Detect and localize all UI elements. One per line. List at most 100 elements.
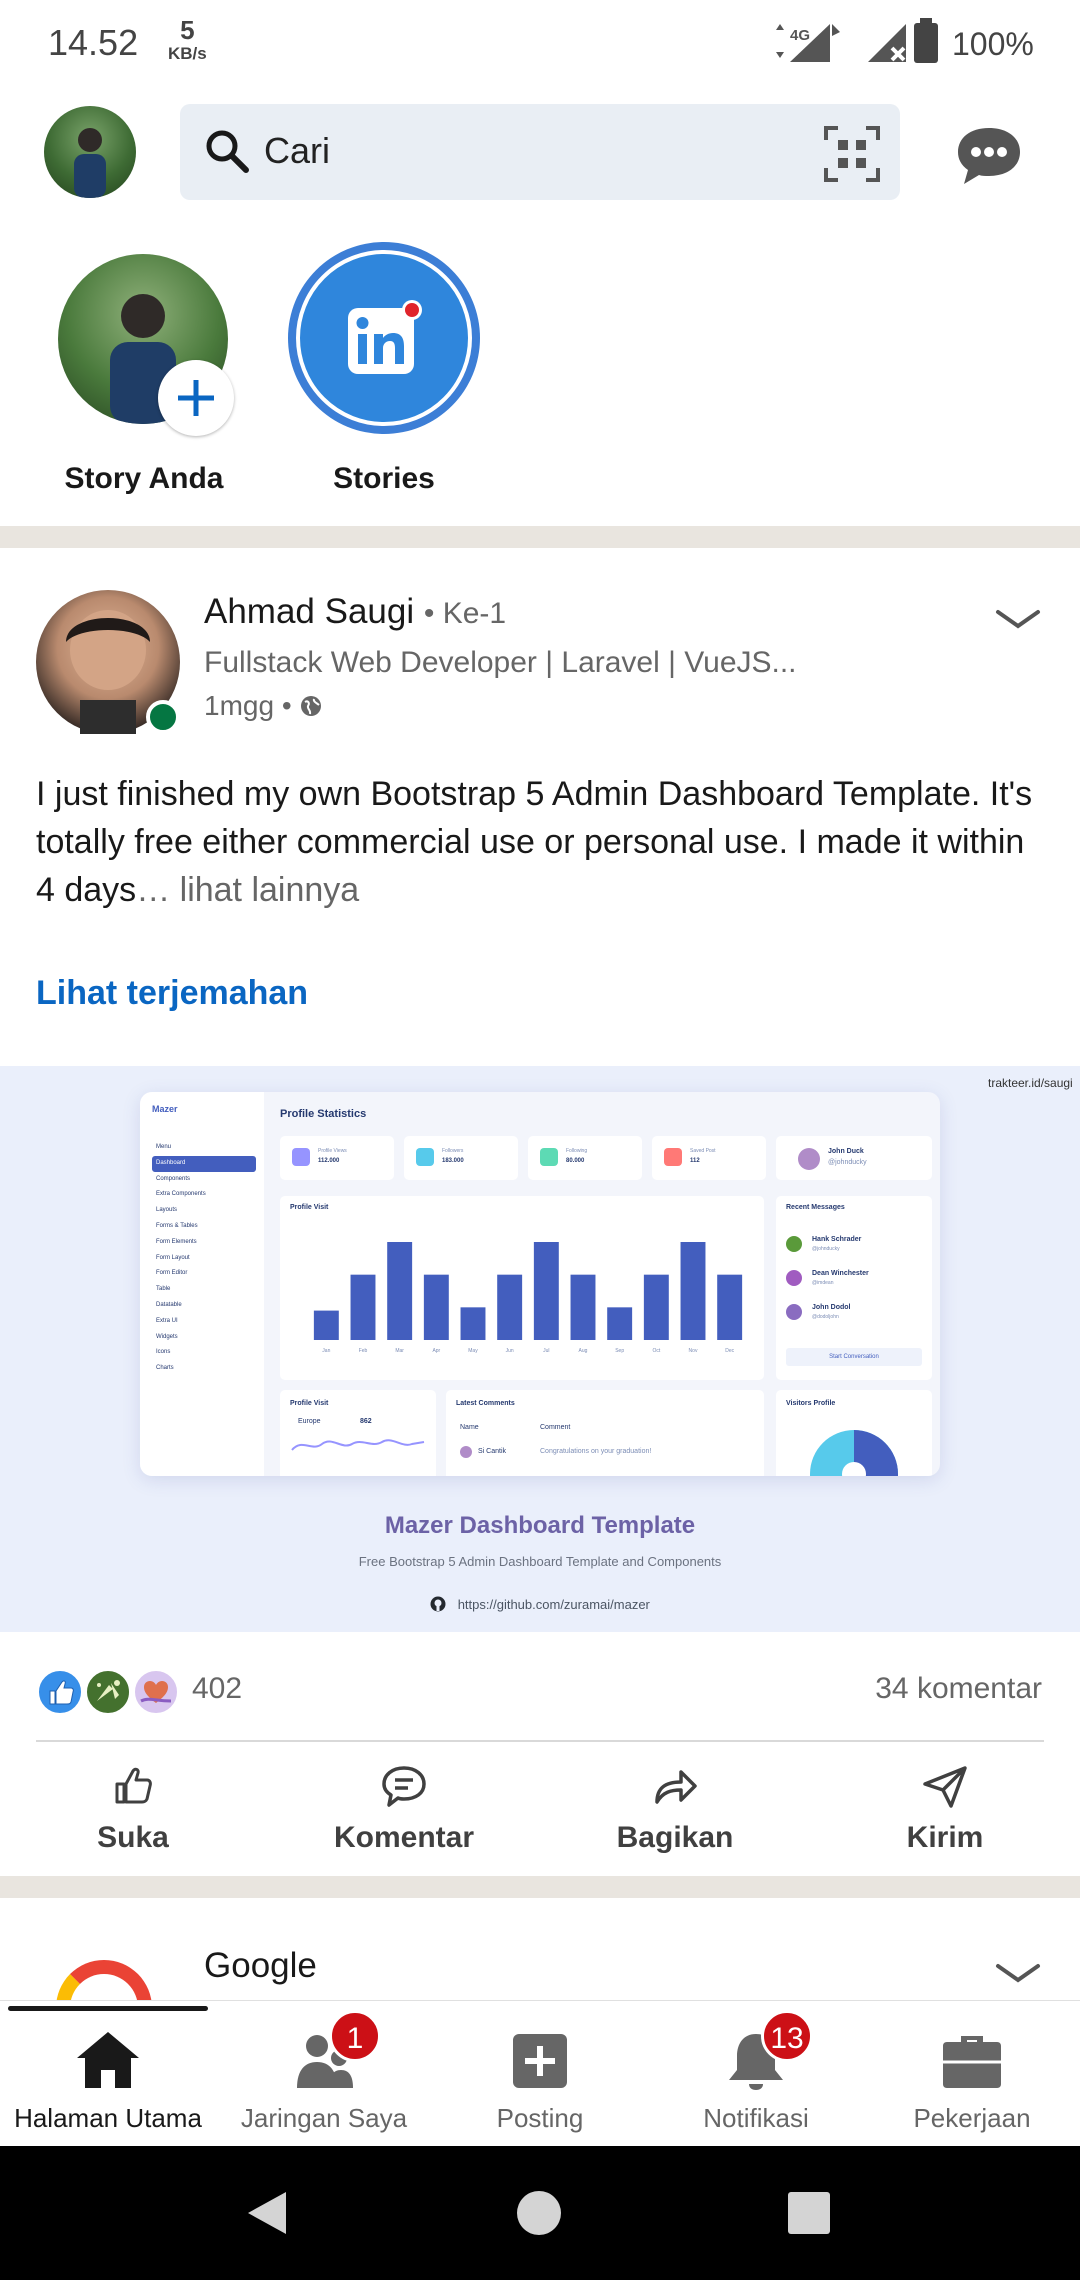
- dash-sidebar: Mazer Menu Dashboard Components Extra Compo…: [140, 1092, 264, 1476]
- dash-menu-item: Form Layout: [156, 1254, 190, 1261]
- next-post-author[interactable]: Google: [204, 1946, 317, 1986]
- dash-message-avatar: [786, 1270, 802, 1286]
- like-reaction-icon[interactable]: [36, 1668, 84, 1716]
- plus-icon: [178, 380, 214, 416]
- like-button[interactable]: Suka: [38, 1764, 228, 1855]
- dash-menu-item: Widgets: [156, 1333, 178, 1340]
- dash-col-name: Name: [460, 1424, 479, 1431]
- linkedin-logo-icon: [348, 300, 422, 374]
- nav-home[interactable]: Halaman Utama: [0, 2028, 216, 2134]
- comment-label: Komentar: [333, 1821, 475, 1854]
- dash-chart-month: Sep: [615, 1348, 624, 1354]
- dash-menu-item: Forms & Tables: [156, 1222, 198, 1229]
- dash-menu-item: Datatable: [156, 1301, 182, 1308]
- send-icon: [923, 1766, 967, 1808]
- dash-stat-card: Followers 183.000: [404, 1136, 518, 1180]
- dash-stat-card: Profile Views 112.000: [280, 1136, 394, 1180]
- dash-message-item: Dean Winchester @imdean: [786, 1268, 926, 1302]
- dash-chart-bar: [607, 1307, 633, 1340]
- post-ellipsis: …: [136, 871, 171, 909]
- comment-icon: [382, 1766, 426, 1807]
- post-time: 1mgg •: [204, 690, 292, 721]
- dash-comment-avatar: [460, 1446, 472, 1458]
- nav-jobs[interactable]: Pekerjaan: [864, 2028, 1080, 2134]
- network-type: 4G: [790, 27, 810, 44]
- battery-icon: [914, 18, 938, 63]
- dash-menu-item: Table: [156, 1286, 171, 1293]
- back-icon[interactable]: [244, 2188, 290, 2238]
- story-label-stories: Stories: [333, 462, 435, 495]
- dash-message-list: Hank Schrader @johnducky Dean Winchester @i…: [786, 1234, 926, 1336]
- dash-chart-bar: [350, 1274, 376, 1340]
- dash-chart-bar: [570, 1274, 596, 1340]
- dash-start-button: Start Conversation: [786, 1348, 922, 1366]
- dash-bottom-left-card: Profile Visit Europe 862: [280, 1390, 436, 1476]
- celebrate-reaction-icon[interactable]: [84, 1668, 132, 1716]
- dash-chart-month: Jul: [543, 1348, 549, 1354]
- chevron-down-icon[interactable]: [994, 606, 1042, 634]
- dash-chart-bar: [533, 1242, 559, 1340]
- nav-network[interactable]: 1 Jaringan Saya: [216, 2010, 432, 2134]
- qr-scan-icon[interactable]: [824, 126, 880, 182]
- signal-no-sim-icon: [868, 24, 906, 62]
- author-name[interactable]: Ahmad Saugi: [204, 592, 414, 631]
- battery-percent: 100%: [952, 26, 1034, 62]
- nav-post-label: Posting: [496, 2103, 584, 2133]
- dash-chart-month: Aug: [579, 1348, 588, 1354]
- recents-icon[interactable]: [786, 2190, 832, 2236]
- dash-message-name: John Dodol: [812, 1304, 851, 1311]
- share-label: Bagikan: [616, 1821, 734, 1854]
- dash-stat-label: Saved Post: [690, 1148, 716, 1154]
- like-label: Suka: [97, 1821, 169, 1854]
- dash-user-name: John Duck: [828, 1148, 864, 1155]
- messaging-icon[interactable]: [954, 124, 1024, 188]
- share-button[interactable]: Bagikan: [580, 1764, 770, 1855]
- active-tab-indicator: [8, 2006, 208, 2011]
- dash-visitors-title: Visitors Profile: [786, 1400, 836, 1407]
- add-story-button[interactable]: [158, 360, 234, 436]
- preview-link: https://github.com/zuramai/mazer: [0, 1596, 1080, 1612]
- author-name-line[interactable]: Ahmad Saugi • Ke-1: [204, 592, 506, 632]
- nav-network-label: Jaringan Saya: [240, 2103, 408, 2133]
- reaction-divider: [36, 1740, 1044, 1742]
- dash-menu-item: Form Elements: [156, 1238, 197, 1245]
- home-button-icon[interactable]: [516, 2190, 562, 2236]
- dash-menu-item: Form Editor: [156, 1270, 188, 1277]
- send-button[interactable]: Kirim: [850, 1764, 1040, 1855]
- dash-chart-bar: [460, 1307, 486, 1340]
- dash-message-name: Dean Winchester: [812, 1270, 869, 1277]
- dash-stat-icon: [416, 1148, 434, 1166]
- story-label-own: Story Anda: [64, 462, 224, 495]
- globe-icon: [301, 696, 322, 716]
- dash-user-card: John Duck @johnducky: [776, 1136, 932, 1180]
- see-more-link[interactable]: lihat lainnya: [170, 871, 360, 909]
- comment-count[interactable]: 34 komentar: [875, 1672, 1042, 1706]
- profile-photo: [74, 128, 106, 198]
- dash-sparkline: [291, 1439, 425, 1451]
- dash-chart-month: Mar: [395, 1348, 404, 1354]
- briefcase-icon: [943, 2036, 1001, 2088]
- network-badge: 1: [329, 2010, 381, 2062]
- dash-chart-bar: [387, 1242, 413, 1340]
- nav-post[interactable]: Posting: [432, 2028, 648, 2134]
- translate-link[interactable]: Lihat terjemahan: [36, 974, 308, 1013]
- author-headline: Fullstack Web Developer | Laravel | VueJ…: [204, 646, 797, 679]
- chevron-down-icon[interactable]: [994, 1960, 1042, 1988]
- preview-link-text: https://github.com/zuramai/mazer: [457, 1597, 650, 1612]
- online-status-dot: [146, 700, 180, 734]
- dash-chart-month: Nov: [689, 1348, 698, 1354]
- dash-europe-label: Europe: [298, 1418, 321, 1425]
- search-input[interactable]: Cari: [264, 130, 330, 172]
- github-icon: [430, 1596, 446, 1612]
- profile-avatar[interactable]: [44, 106, 136, 198]
- dash-menu-item: Extra UI: [156, 1317, 178, 1324]
- reaction-count[interactable]: 402: [192, 1672, 242, 1706]
- comment-button[interactable]: Komentar: [309, 1764, 499, 1855]
- preview-subtitle: Free Bootstrap 5 Admin Dashboard Templat…: [358, 1554, 722, 1569]
- network-speed-unit: KB/s: [168, 44, 207, 63]
- nav-notifications[interactable]: 13 Notifikasi: [648, 2010, 864, 2134]
- love-reaction-icon[interactable]: [132, 1668, 180, 1716]
- dash-bar-chart: Jan Feb Mar Apr May Jun Jul Aug Sep Oct Nov Dec: [313, 1242, 743, 1354]
- connection-degree: • Ke-1: [423, 597, 507, 630]
- thumbs-up-icon: [115, 1767, 152, 1804]
